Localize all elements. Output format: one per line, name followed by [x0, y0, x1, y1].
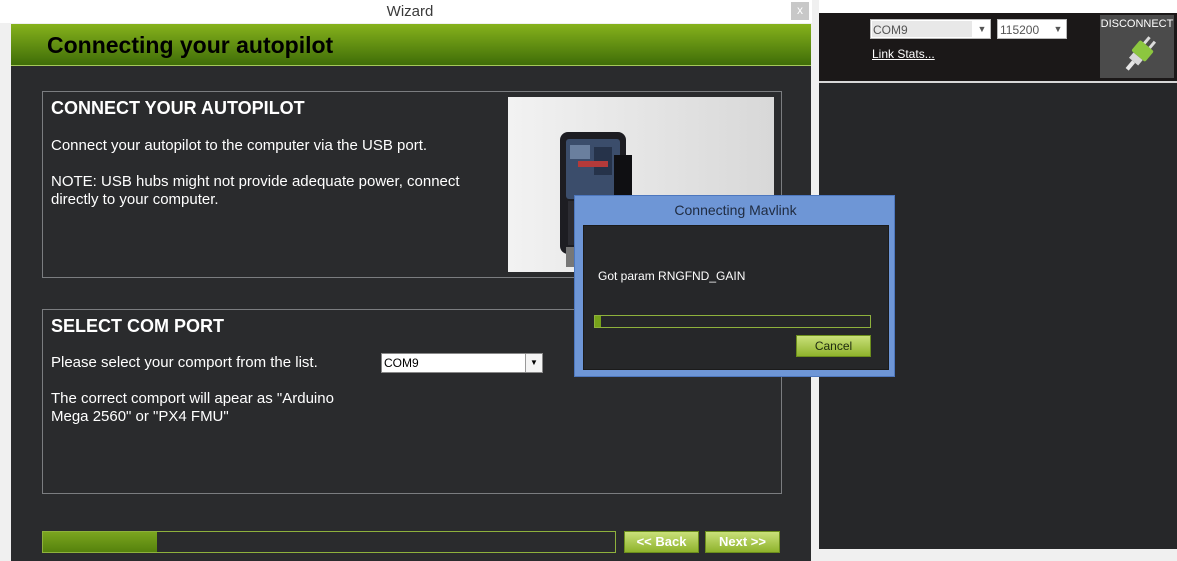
connection-toolbar: COM9 ▼ 115200 ▼ Link Stats... DISCONNECT: [819, 13, 1177, 83]
wizard-header-title: Connecting your autopilot: [47, 32, 334, 58]
wizard-title: Wizard: [386, 3, 434, 20]
com-panel-heading: SELECT COM PORT: [51, 316, 225, 336]
wizard-close-button[interactable]: x: [791, 2, 809, 20]
baud-select-value: 115200: [1000, 23, 1040, 37]
com-panel-note: The correct comport will apear as "Ardui…: [51, 390, 334, 425]
mavlink-dialog-title: Connecting Mavlink: [674, 202, 797, 218]
mavlink-dialog-content: Got param RNGFND_GAIN Cancel: [583, 225, 889, 370]
com-panel-prompt: Please select your comport from the list…: [51, 354, 318, 371]
next-button[interactable]: Next >>: [705, 531, 780, 553]
chevron-down-icon[interactable]: ▼: [975, 21, 989, 37]
com-port-select-value: COM9: [384, 356, 419, 370]
mavlink-progress-bar: [594, 315, 871, 328]
chevron-down-icon[interactable]: ▼: [525, 354, 542, 372]
link-stats-link[interactable]: Link Stats...: [872, 47, 935, 61]
mavlink-progress-fill: [595, 316, 601, 327]
wizard-progress-fill: [43, 532, 158, 552]
wizard-titlebar: Wizard x: [0, 0, 820, 23]
cancel-button[interactable]: Cancel: [796, 335, 871, 357]
plug-icon: [1125, 36, 1157, 71]
disconnect-button[interactable]: DISCONNECT: [1100, 15, 1174, 78]
back-button[interactable]: << Back: [624, 531, 699, 553]
port-select[interactable]: COM9 ▼: [870, 19, 991, 39]
right-panel-top-strip: [819, 0, 1177, 13]
port-select-value: COM9: [873, 23, 908, 37]
connect-panel-text: Connect your autopilot to the computer v…: [51, 137, 428, 154]
wizard-progress-bar: [42, 531, 616, 553]
right-panel-bottom-strip: [819, 549, 1177, 561]
wizard-header: Connecting your autopilot: [11, 24, 811, 66]
connect-panel-note: NOTE: USB hubs might not provide adequat…: [51, 173, 460, 208]
baud-select[interactable]: 115200 ▼: [997, 19, 1067, 39]
disconnect-label: DISCONNECT: [1100, 18, 1174, 30]
com-port-select[interactable]: COM9 ▼: [381, 353, 543, 373]
chevron-down-icon[interactable]: ▼: [1051, 21, 1065, 37]
connecting-mavlink-dialog: Connecting Mavlink Got param RNGFND_GAIN…: [574, 195, 895, 377]
connect-panel-heading: CONNECT YOUR AUTOPILOT: [51, 98, 305, 118]
mavlink-status-text: Got param RNGFND_GAIN: [598, 269, 746, 283]
